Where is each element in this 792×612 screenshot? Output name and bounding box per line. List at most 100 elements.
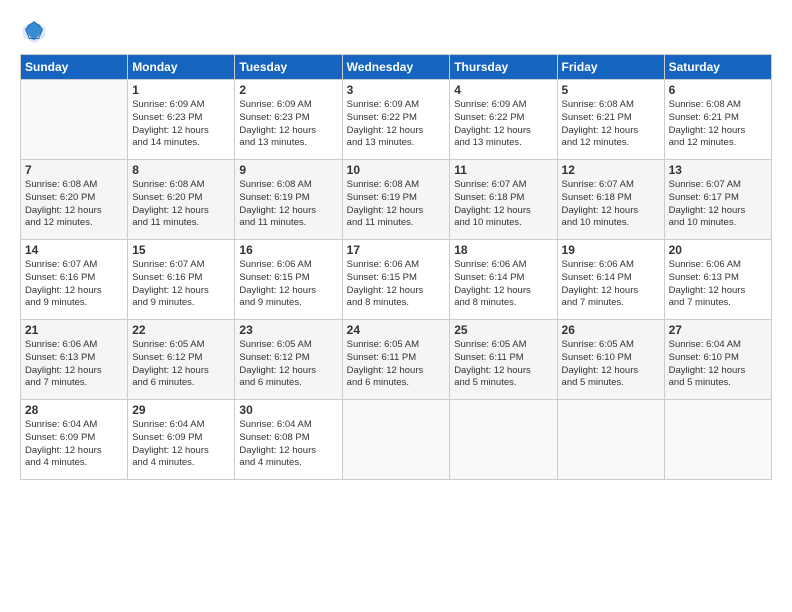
logo-icon — [20, 18, 48, 46]
day-info: Sunrise: 6:04 AM Sunset: 6:09 PM Dayligh… — [132, 419, 230, 470]
day-info: Sunrise: 6:08 AM Sunset: 6:20 PM Dayligh… — [25, 179, 123, 230]
day-number: 16 — [239, 243, 337, 257]
col-wednesday: Wednesday — [342, 55, 450, 80]
calendar-cell — [664, 400, 771, 480]
col-sunday: Sunday — [21, 55, 128, 80]
day-number: 11 — [454, 163, 552, 177]
calendar-cell: 21 Sunrise: 6:06 AM Sunset: 6:13 PM Dayli… — [21, 320, 128, 400]
col-thursday: Thursday — [450, 55, 557, 80]
day-number: 22 — [132, 323, 230, 337]
day-info: Sunrise: 6:05 AM Sunset: 6:11 PM Dayligh… — [347, 339, 446, 390]
calendar-cell: 13 Sunrise: 6:07 AM Sunset: 6:17 PM Dayli… — [664, 160, 771, 240]
day-info: Sunrise: 6:07 AM Sunset: 6:16 PM Dayligh… — [25, 259, 123, 310]
day-number: 27 — [669, 323, 767, 337]
day-info: Sunrise: 6:09 AM Sunset: 6:22 PM Dayligh… — [347, 99, 446, 150]
calendar-cell: 12 Sunrise: 6:07 AM Sunset: 6:18 PM Dayli… — [557, 160, 664, 240]
calendar-cell: 29 Sunrise: 6:04 AM Sunset: 6:09 PM Dayli… — [128, 400, 235, 480]
day-info: Sunrise: 6:07 AM Sunset: 6:17 PM Dayligh… — [669, 179, 767, 230]
calendar-cell: 17 Sunrise: 6:06 AM Sunset: 6:15 PM Dayli… — [342, 240, 450, 320]
day-number: 26 — [562, 323, 660, 337]
page-header — [20, 18, 772, 46]
calendar-cell: 4 Sunrise: 6:09 AM Sunset: 6:22 PM Daylig… — [450, 80, 557, 160]
day-info: Sunrise: 6:06 AM Sunset: 6:13 PM Dayligh… — [669, 259, 767, 310]
day-number: 29 — [132, 403, 230, 417]
calendar-week-row: 14 Sunrise: 6:07 AM Sunset: 6:16 PM Dayli… — [21, 240, 772, 320]
calendar-week-row: 1 Sunrise: 6:09 AM Sunset: 6:23 PM Daylig… — [21, 80, 772, 160]
day-number: 15 — [132, 243, 230, 257]
calendar-cell: 3 Sunrise: 6:09 AM Sunset: 6:22 PM Daylig… — [342, 80, 450, 160]
day-info: Sunrise: 6:07 AM Sunset: 6:16 PM Dayligh… — [132, 259, 230, 310]
calendar-cell: 30Sunrise: 6:04 AM Sunset: 6:08 PM Dayli… — [235, 400, 342, 480]
day-info: Sunrise: 6:04 AM Sunset: 6:10 PM Dayligh… — [669, 339, 767, 390]
day-number: 28 — [25, 403, 123, 417]
day-number: 30 — [239, 403, 337, 417]
calendar-cell: 18Sunrise: 6:06 AM Sunset: 6:14 PM Dayli… — [450, 240, 557, 320]
logo — [20, 18, 52, 46]
day-info: Sunrise: 6:05 AM Sunset: 6:12 PM Dayligh… — [132, 339, 230, 390]
day-number: 6 — [669, 83, 767, 97]
calendar-week-row: 21 Sunrise: 6:06 AM Sunset: 6:13 PM Dayli… — [21, 320, 772, 400]
day-info: Sunrise: 6:05 AM Sunset: 6:11 PM Dayligh… — [454, 339, 552, 390]
day-info: Sunrise: 6:06 AM Sunset: 6:15 PM Dayligh… — [347, 259, 446, 310]
day-number: 3 — [347, 83, 446, 97]
day-number: 18 — [454, 243, 552, 257]
calendar-cell: 19 Sunrise: 6:06 AM Sunset: 6:14 PM Dayli… — [557, 240, 664, 320]
day-info: Sunrise: 6:08 AM Sunset: 6:21 PM Dayligh… — [669, 99, 767, 150]
calendar-cell — [557, 400, 664, 480]
calendar-cell: 9Sunrise: 6:08 AM Sunset: 6:19 PM Daylig… — [235, 160, 342, 240]
day-number: 19 — [562, 243, 660, 257]
calendar-cell: 6 Sunrise: 6:08 AM Sunset: 6:21 PM Daylig… — [664, 80, 771, 160]
day-number: 7 — [25, 163, 123, 177]
day-info: Sunrise: 6:08 AM Sunset: 6:20 PM Dayligh… — [132, 179, 230, 230]
col-friday: Friday — [557, 55, 664, 80]
day-info: Sunrise: 6:09 AM Sunset: 6:22 PM Dayligh… — [454, 99, 552, 150]
calendar-cell: 26 Sunrise: 6:05 AM Sunset: 6:10 PM Dayli… — [557, 320, 664, 400]
day-number: 4 — [454, 83, 552, 97]
calendar-cell: 8 Sunrise: 6:08 AM Sunset: 6:20 PM Daylig… — [128, 160, 235, 240]
day-info: Sunrise: 6:04 AM Sunset: 6:09 PM Dayligh… — [25, 419, 123, 470]
day-info: Sunrise: 6:05 AM Sunset: 6:12 PM Dayligh… — [239, 339, 337, 390]
day-info: Sunrise: 6:06 AM Sunset: 6:13 PM Dayligh… — [25, 339, 123, 390]
calendar-cell: 24Sunrise: 6:05 AM Sunset: 6:11 PM Dayli… — [342, 320, 450, 400]
day-info: Sunrise: 6:09 AM Sunset: 6:23 PM Dayligh… — [239, 99, 337, 150]
day-number: 14 — [25, 243, 123, 257]
day-number: 2 — [239, 83, 337, 97]
calendar-week-row: 28 Sunrise: 6:04 AM Sunset: 6:09 PM Dayli… — [21, 400, 772, 480]
day-info: Sunrise: 6:09 AM Sunset: 6:23 PM Dayligh… — [132, 99, 230, 150]
calendar-cell: 1 Sunrise: 6:09 AM Sunset: 6:23 PM Daylig… — [128, 80, 235, 160]
col-tuesday: Tuesday — [235, 55, 342, 80]
calendar-cell: 15 Sunrise: 6:07 AM Sunset: 6:16 PM Dayli… — [128, 240, 235, 320]
calendar-cell: 20Sunrise: 6:06 AM Sunset: 6:13 PM Dayli… — [664, 240, 771, 320]
day-number: 8 — [132, 163, 230, 177]
calendar-cell: 5 Sunrise: 6:08 AM Sunset: 6:21 PM Daylig… — [557, 80, 664, 160]
calendar-cell: 28 Sunrise: 6:04 AM Sunset: 6:09 PM Dayli… — [21, 400, 128, 480]
day-info: Sunrise: 6:07 AM Sunset: 6:18 PM Dayligh… — [454, 179, 552, 230]
col-monday: Monday — [128, 55, 235, 80]
day-info: Sunrise: 6:06 AM Sunset: 6:14 PM Dayligh… — [562, 259, 660, 310]
day-number: 21 — [25, 323, 123, 337]
day-number: 5 — [562, 83, 660, 97]
day-number: 12 — [562, 163, 660, 177]
day-info: Sunrise: 6:07 AM Sunset: 6:18 PM Dayligh… — [562, 179, 660, 230]
calendar-table: Sunday Monday Tuesday Wednesday Thursday… — [20, 54, 772, 480]
calendar-cell: 25 Sunrise: 6:05 AM Sunset: 6:11 PM Dayli… — [450, 320, 557, 400]
calendar-cell: 11 Sunrise: 6:07 AM Sunset: 6:18 PM Dayli… — [450, 160, 557, 240]
calendar-cell: 16 Sunrise: 6:06 AM Sunset: 6:15 PM Dayli… — [235, 240, 342, 320]
day-number: 25 — [454, 323, 552, 337]
calendar-cell: 22 Sunrise: 6:05 AM Sunset: 6:12 PM Dayli… — [128, 320, 235, 400]
day-number: 17 — [347, 243, 446, 257]
day-info: Sunrise: 6:08 AM Sunset: 6:21 PM Dayligh… — [562, 99, 660, 150]
day-number: 1 — [132, 83, 230, 97]
calendar-header-row: Sunday Monday Tuesday Wednesday Thursday… — [21, 55, 772, 80]
calendar-cell: 27 Sunrise: 6:04 AM Sunset: 6:10 PM Dayli… — [664, 320, 771, 400]
calendar-cell: 23 Sunrise: 6:05 AM Sunset: 6:12 PM Dayli… — [235, 320, 342, 400]
day-number: 10 — [347, 163, 446, 177]
day-number: 13 — [669, 163, 767, 177]
day-info: Sunrise: 6:05 AM Sunset: 6:10 PM Dayligh… — [562, 339, 660, 390]
calendar-cell: 7 Sunrise: 6:08 AM Sunset: 6:20 PM Daylig… — [21, 160, 128, 240]
calendar-cell: 14 Sunrise: 6:07 AM Sunset: 6:16 PM Dayli… — [21, 240, 128, 320]
col-saturday: Saturday — [664, 55, 771, 80]
day-number: 9 — [239, 163, 337, 177]
day-info: Sunrise: 6:06 AM Sunset: 6:15 PM Dayligh… — [239, 259, 337, 310]
day-number: 23 — [239, 323, 337, 337]
